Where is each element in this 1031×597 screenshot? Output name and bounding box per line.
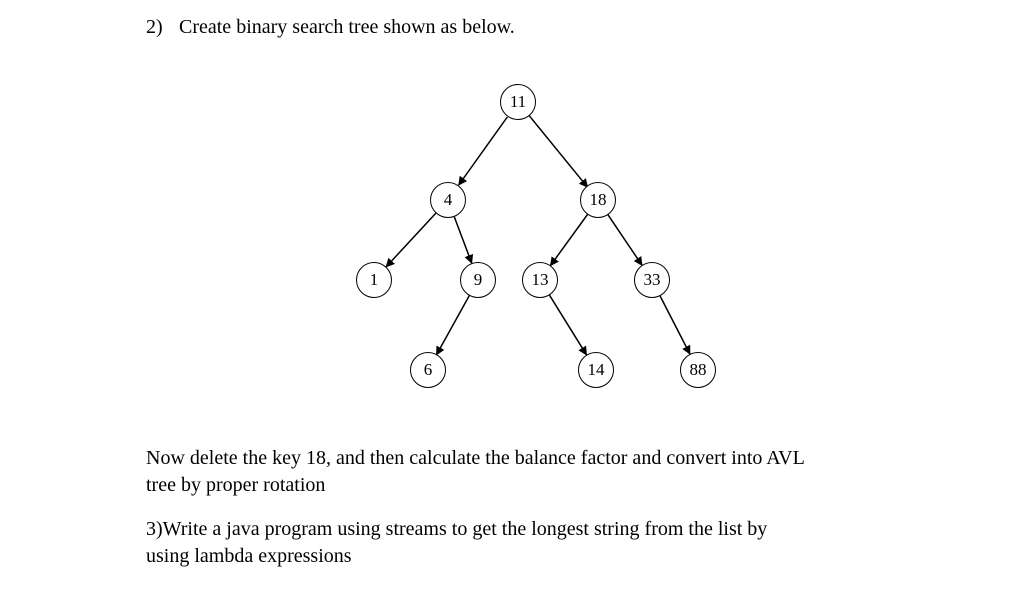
node-label: 18 (590, 190, 607, 210)
tree-node-6: 6 (410, 352, 446, 388)
tree-node-1: 1 (356, 262, 392, 298)
tree-node-9: 9 (460, 262, 496, 298)
tree-node-88: 88 (680, 352, 716, 388)
question-3-line2: using lambda expressions (146, 543, 352, 570)
node-label: 6 (424, 360, 433, 380)
bst-diagram: 11 4 18 1 9 13 33 6 14 88 (0, 0, 1031, 597)
node-label: 33 (644, 270, 661, 290)
tree-node-11: 11 (500, 84, 536, 120)
node-label: 9 (474, 270, 483, 290)
tree-node-18: 18 (580, 182, 616, 218)
tree-node-13: 13 (522, 262, 558, 298)
node-label: 1 (370, 270, 379, 290)
node-label: 4 (444, 190, 453, 210)
avl-task-line1: Now delete the key 18, and then calculat… (146, 445, 931, 472)
node-label: 11 (510, 92, 526, 112)
avl-task-line2: tree by proper rotation (146, 472, 325, 499)
tree-node-33: 33 (634, 262, 670, 298)
page: 2) Create binary search tree shown as be… (0, 0, 1031, 597)
question-3-number: 3) (146, 518, 163, 540)
tree-node-4: 4 (430, 182, 466, 218)
node-label: 88 (690, 360, 707, 380)
node-label: 14 (588, 360, 605, 380)
question-3-line1: 3)Write a java program using streams to … (146, 516, 767, 543)
node-label: 13 (532, 270, 549, 290)
tree-node-14: 14 (578, 352, 614, 388)
question-3-text-1: Write a java program using streams to ge… (163, 518, 768, 540)
